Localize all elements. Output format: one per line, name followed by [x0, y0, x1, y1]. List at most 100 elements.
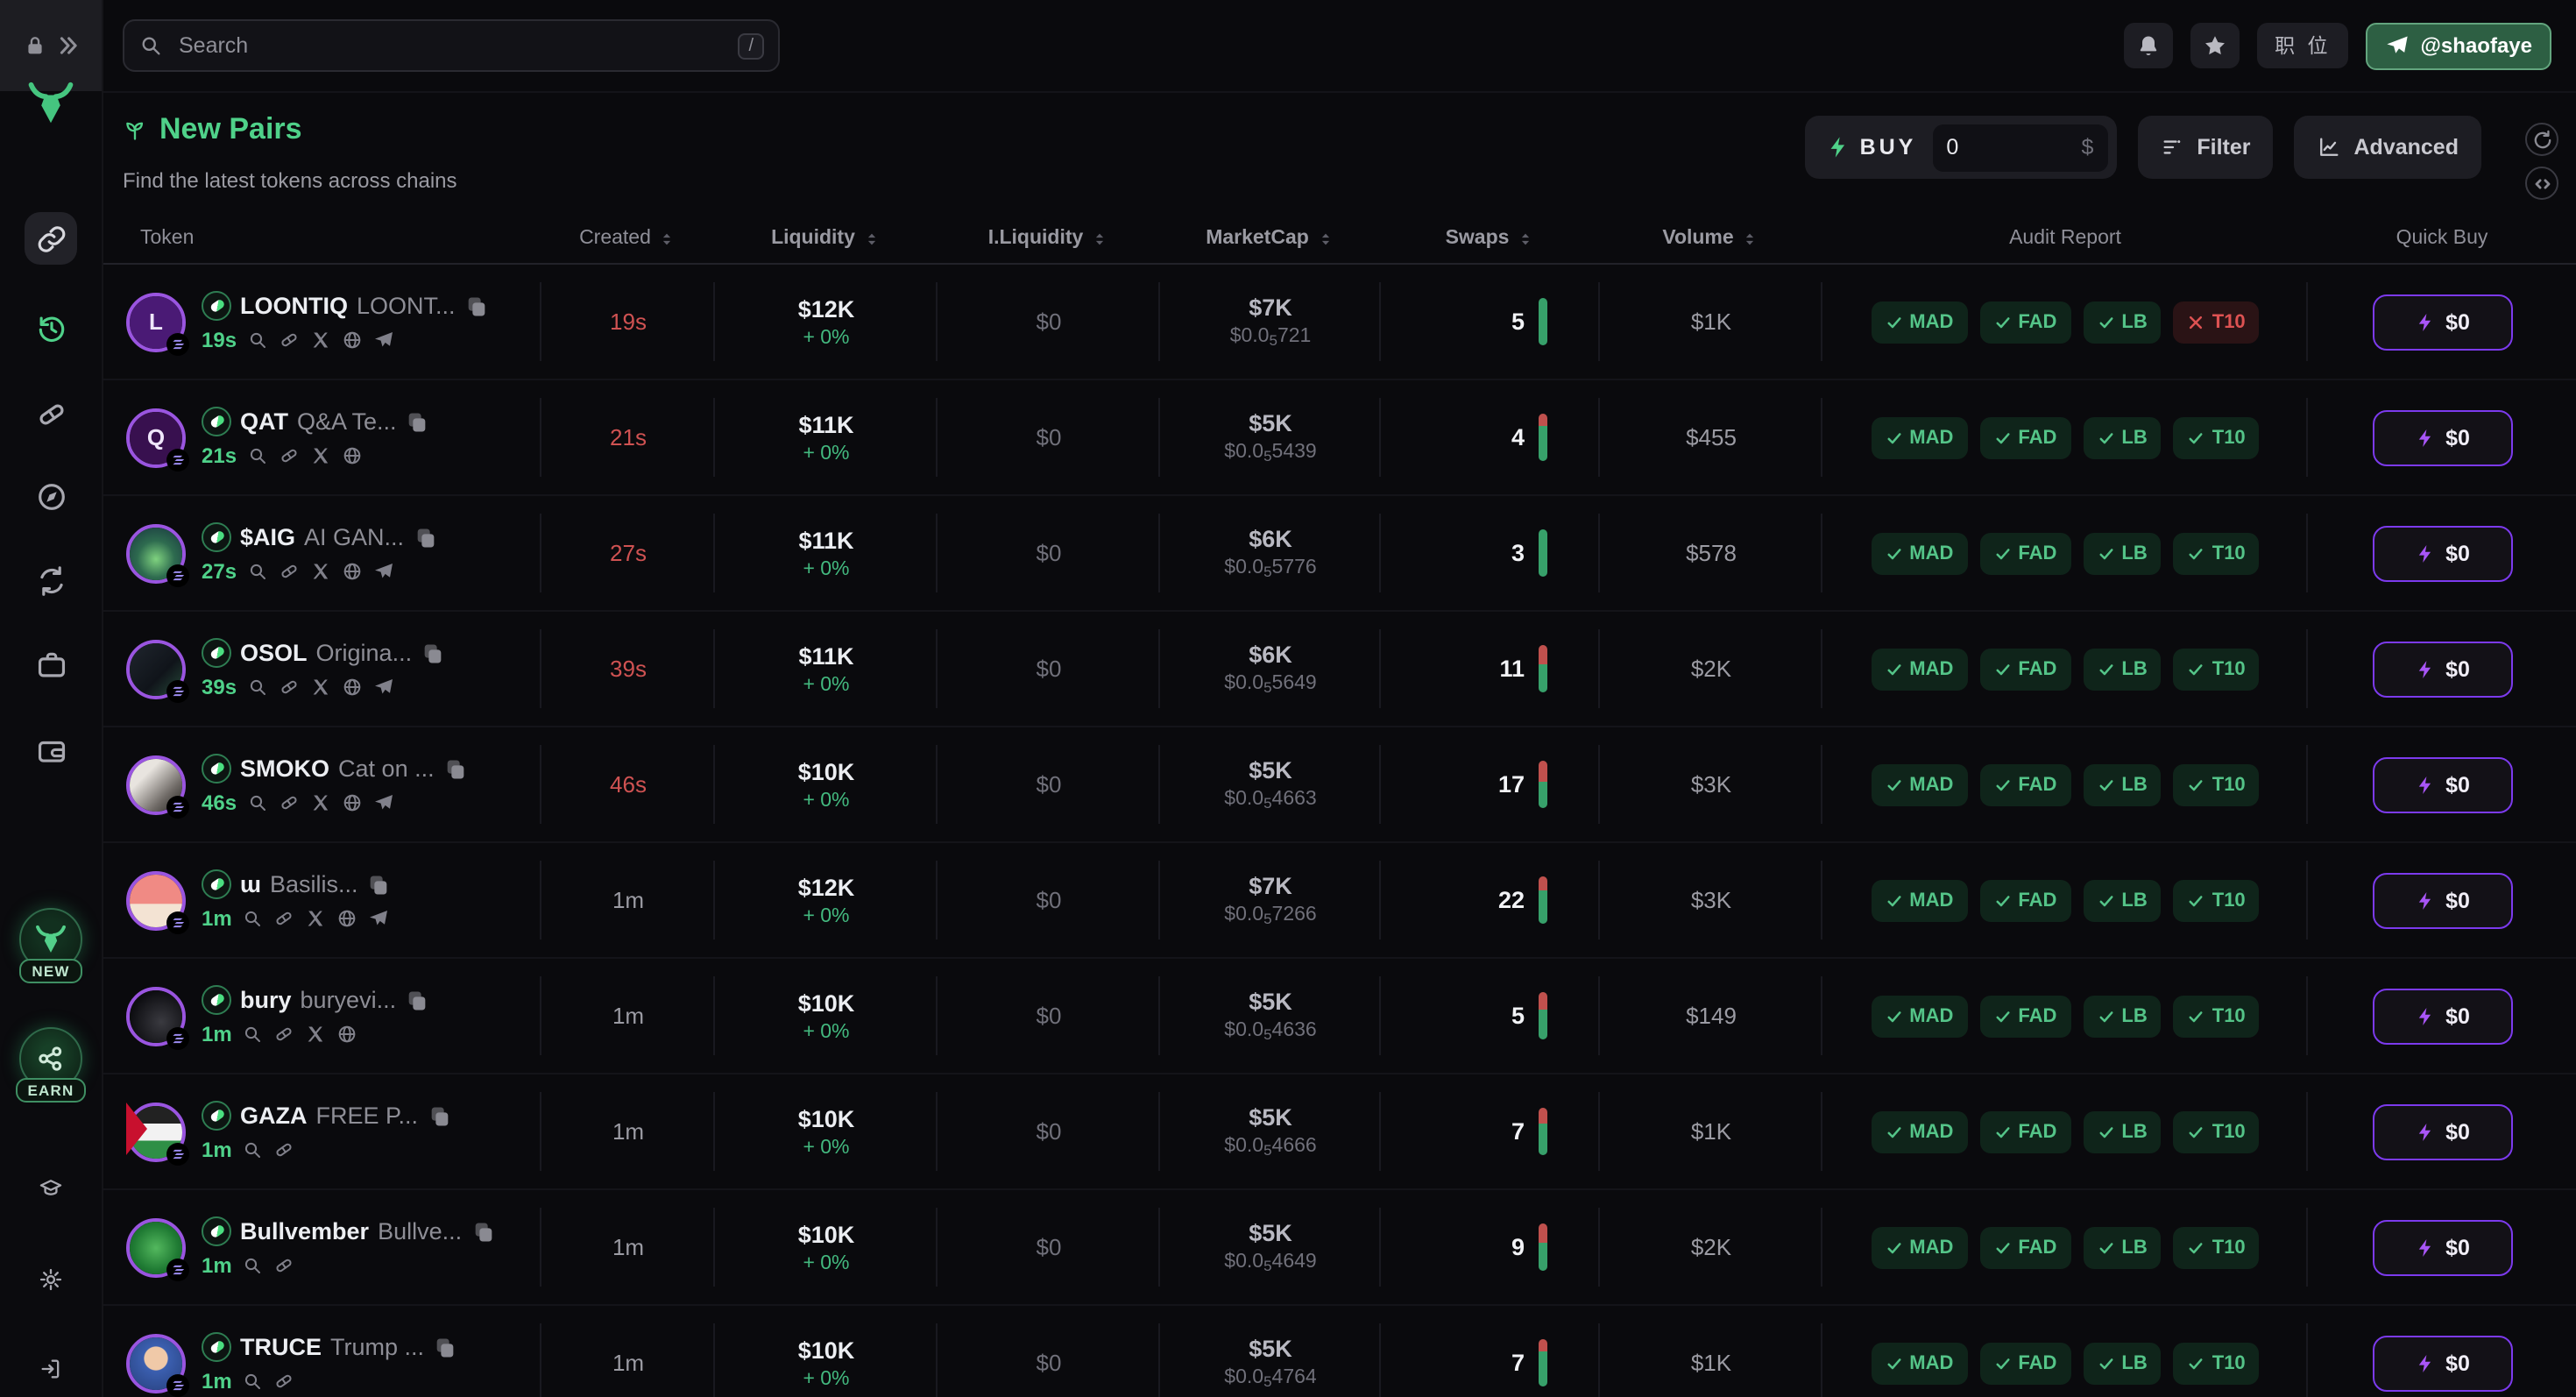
token-symbol[interactable]: SMOKO — [240, 755, 329, 782]
search-icon[interactable] — [243, 1024, 264, 1045]
globe-icon[interactable] — [342, 792, 363, 813]
search-icon[interactable] — [247, 445, 268, 466]
search-icon[interactable] — [243, 1255, 264, 1276]
token-symbol[interactable]: Bullvember — [240, 1218, 369, 1245]
pill-icon[interactable] — [279, 445, 300, 466]
token-symbol[interactable]: LOONTIQ — [240, 293, 348, 319]
favorites-button[interactable] — [2190, 23, 2240, 68]
api-code-button[interactable] — [2525, 167, 2558, 200]
quick-buy-button[interactable]: $0 — [2372, 756, 2512, 812]
advanced-button[interactable]: Advanced — [2294, 116, 2481, 179]
token-symbol[interactable]: bury — [240, 987, 292, 1013]
search-icon[interactable] — [247, 792, 268, 813]
sidebar-item-wallet[interactable] — [0, 724, 102, 777]
filter-button[interactable]: Filter — [2137, 116, 2274, 179]
globe-icon[interactable] — [342, 330, 363, 351]
sidebar-item-portfolio[interactable] — [0, 638, 102, 691]
quick-buy-button[interactable]: $0 — [2372, 1219, 2512, 1275]
sort-icon[interactable] — [862, 229, 881, 248]
globe-icon[interactable] — [342, 561, 363, 582]
sidebar-item-pairs[interactable] — [0, 212, 102, 265]
token-symbol[interactable]: QAT — [240, 408, 288, 435]
pill-icon[interactable] — [279, 792, 300, 813]
table-row[interactable]: Q QAT Q&A Te... 21s 21s $11K + 0% $0 $5K… — [102, 380, 2576, 496]
table-row[interactable]: OSOL Origina... 39s 39s $11K + 0% $0 $6K… — [102, 612, 2576, 727]
table-row[interactable]: Bullvember Bullve... 1m 1m $10K + 0% $0 … — [102, 1190, 2576, 1306]
pill-icon[interactable] — [274, 908, 295, 929]
quick-buy-button[interactable]: $0 — [2372, 1335, 2512, 1391]
sort-icon[interactable] — [1741, 229, 1760, 248]
sort-icon[interactable] — [658, 229, 677, 248]
copy-address-icon[interactable] — [421, 641, 445, 665]
table-row[interactable]: ɯ Basilis... 1m 1m $12K + 0% $0 $7K $0.0… — [102, 843, 2576, 959]
column-header-created[interactable]: Created — [541, 228, 715, 249]
telegram-icon[interactable] — [373, 330, 394, 351]
sidebar-item-logout[interactable] — [0, 1343, 102, 1395]
globe-icon[interactable] — [342, 677, 363, 698]
telegram-account-button[interactable]: @shaofaye — [2366, 22, 2551, 69]
buy-amount-input[interactable]: 0 $ — [1932, 124, 2108, 171]
table-row[interactable]: L LOONTIQ LOONT... 19s 19s $12K + 0% $0 … — [102, 265, 2576, 380]
table-row[interactable]: GAZA FREE P... 1m 1m $10K + 0% $0 $5K $0… — [102, 1074, 2576, 1190]
jobs-button[interactable]: 职 位 — [2257, 23, 2349, 68]
quick-buy-button[interactable]: $0 — [2372, 1103, 2512, 1159]
quick-buy-button[interactable]: $0 — [2372, 525, 2512, 581]
search-icon[interactable] — [247, 330, 268, 351]
column-header-marketcap[interactable]: MarketCap — [1160, 228, 1381, 249]
search-icon[interactable] — [243, 908, 264, 929]
sidebar-item-pump[interactable] — [0, 387, 102, 440]
collapse-chevrons-icon[interactable] — [55, 33, 80, 58]
refresh-button[interactable] — [2525, 123, 2558, 156]
token-symbol[interactable]: OSOL — [240, 640, 308, 666]
sort-icon[interactable] — [1516, 229, 1535, 248]
x-twitter-icon[interactable] — [310, 561, 331, 582]
globe-icon[interactable] — [342, 445, 363, 466]
quick-buy-button[interactable]: $0 — [2372, 641, 2512, 697]
copy-address-icon[interactable] — [413, 525, 437, 550]
table-row[interactable]: SMOKO Cat on ... 46s 46s $10K + 0% $0 $5… — [102, 727, 2576, 843]
x-twitter-icon[interactable] — [306, 908, 327, 929]
sidebar-item-swap[interactable] — [0, 554, 102, 606]
copy-address-icon[interactable] — [406, 409, 430, 434]
token-symbol[interactable]: $AIG — [240, 524, 295, 550]
copy-address-icon[interactable] — [464, 294, 489, 318]
x-twitter-icon[interactable] — [306, 1024, 327, 1045]
sidebar-item-academy[interactable] — [0, 1162, 102, 1215]
pill-icon[interactable] — [274, 1139, 295, 1160]
telegram-icon[interactable] — [369, 908, 390, 929]
sidebar-item-settings[interactable] — [0, 1253, 102, 1306]
sidebar-item-history[interactable] — [0, 301, 102, 354]
pill-icon[interactable] — [274, 1255, 295, 1276]
sort-icon[interactable] — [1090, 229, 1109, 248]
column-header-i-liquidity[interactable]: I.Liquidity — [938, 228, 1160, 249]
sort-icon[interactable] — [1316, 229, 1335, 248]
telegram-icon[interactable] — [373, 561, 394, 582]
pill-icon[interactable] — [279, 330, 300, 351]
sidebar-item-new[interactable]: NEW — [0, 908, 102, 983]
token-symbol[interactable]: ɯ — [240, 871, 261, 897]
search-icon[interactable] — [247, 561, 268, 582]
x-twitter-icon[interactable] — [310, 330, 331, 351]
copy-address-icon[interactable] — [433, 1335, 457, 1359]
column-header-swaps[interactable]: Swaps — [1381, 228, 1600, 249]
globe-icon[interactable] — [337, 908, 358, 929]
token-symbol[interactable]: GAZA — [240, 1103, 308, 1129]
quick-buy-button[interactable]: $0 — [2372, 409, 2512, 465]
pill-icon[interactable] — [274, 1024, 295, 1045]
notifications-button[interactable] — [2124, 23, 2174, 68]
search-input[interactable] — [175, 32, 726, 60]
search-icon[interactable] — [243, 1139, 264, 1160]
sidebar-item-discover[interactable] — [0, 470, 102, 522]
copy-address-icon[interactable] — [471, 1219, 495, 1244]
pill-icon[interactable] — [279, 561, 300, 582]
search-icon[interactable] — [243, 1371, 264, 1392]
telegram-icon[interactable] — [373, 677, 394, 698]
table-row[interactable]: TRUCE Trump ... 1m 1m $10K + 0% $0 $5K $… — [102, 1306, 2576, 1397]
app-logo-bull-icon[interactable] — [0, 77, 102, 130]
token-symbol[interactable]: TRUCE — [240, 1334, 322, 1360]
quick-buy-button[interactable]: $0 — [2372, 294, 2512, 350]
telegram-icon[interactable] — [373, 792, 394, 813]
pill-icon[interactable] — [274, 1371, 295, 1392]
copy-address-icon[interactable] — [367, 872, 392, 897]
x-twitter-icon[interactable] — [310, 677, 331, 698]
